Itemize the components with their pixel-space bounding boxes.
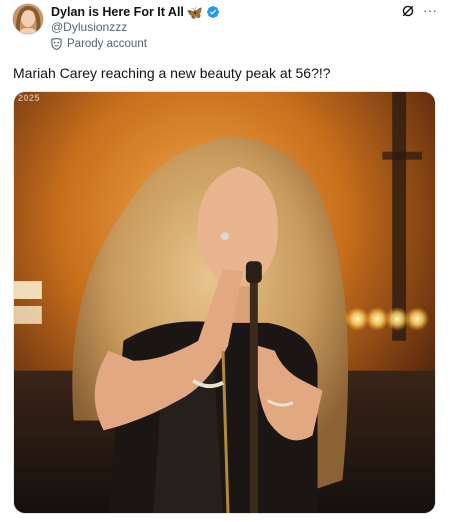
author-handle[interactable]: @Dylusionzzz — [51, 20, 127, 34]
performer-photo — [14, 92, 435, 513]
tweet-media-image[interactable]: 2025 — [13, 91, 436, 514]
parody-mask-icon — [51, 38, 62, 50]
display-name[interactable]: Dylan is Here For It All — [51, 5, 184, 19]
avatar[interactable] — [12, 3, 44, 35]
author-name-row[interactable]: Dylan is Here For It All 🦋 — [51, 4, 220, 20]
tweet-card: Dylan is Here For It All 🦋 @Dylusionzzz … — [0, 0, 451, 522]
verified-badge-icon[interactable] — [206, 5, 220, 19]
tweet-text: Mariah Carey reaching a new beauty peak … — [13, 65, 331, 81]
account-label: Parody account — [51, 38, 147, 50]
butterfly-emoji-icon: 🦋 — [186, 4, 204, 20]
parody-label: Parody account — [67, 38, 147, 50]
more-options-icon[interactable]: ··· — [421, 2, 439, 18]
media-watermark: 2025 — [18, 93, 41, 103]
grok-icon[interactable] — [401, 4, 415, 18]
